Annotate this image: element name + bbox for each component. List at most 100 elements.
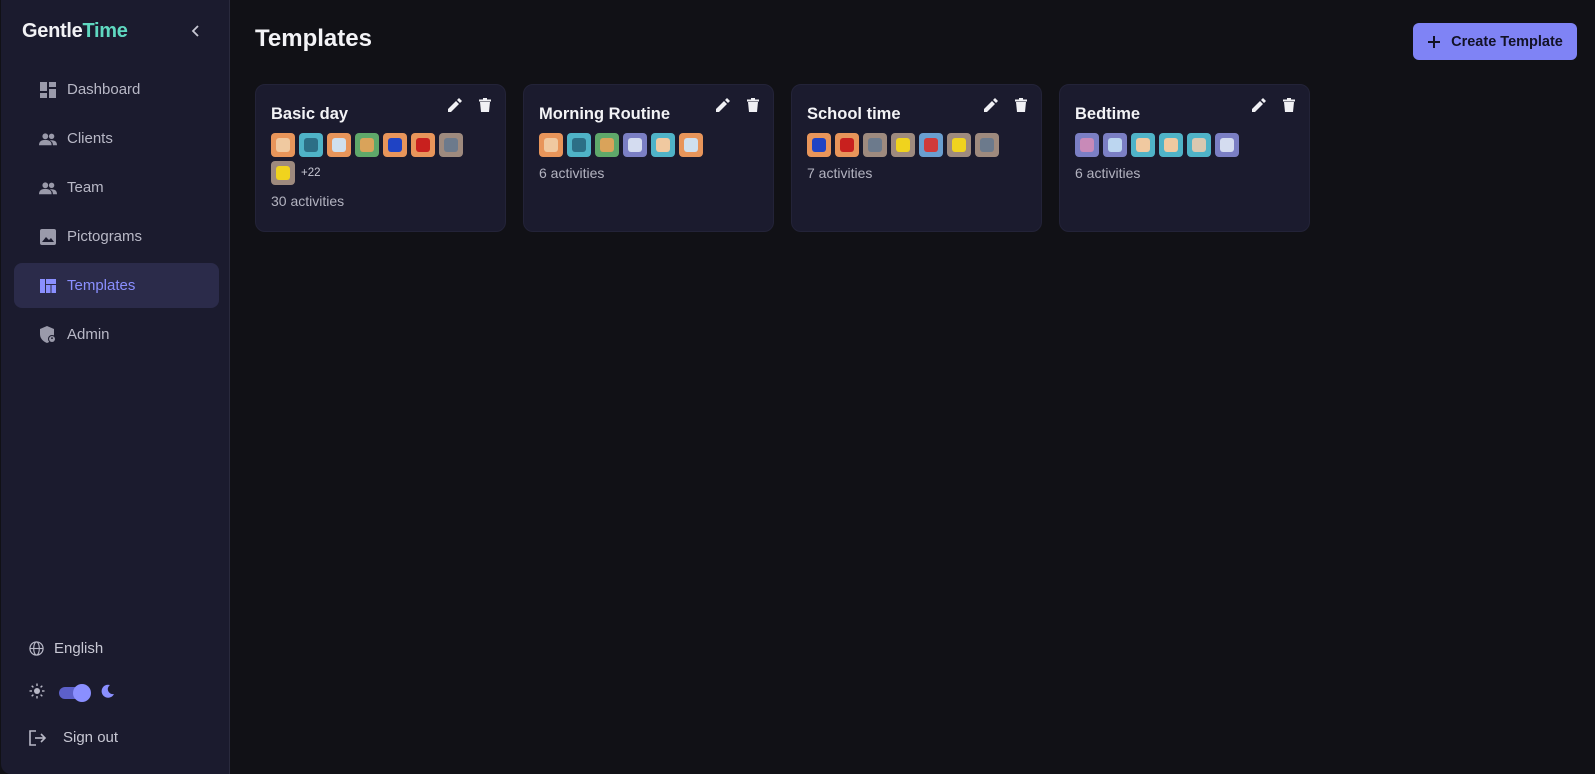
pictogram-thumbnail (439, 133, 463, 157)
pictogram-thumbnail (679, 133, 703, 157)
delete-button[interactable] (745, 97, 761, 113)
edit-button[interactable] (983, 97, 999, 113)
pictogram-glyph (304, 138, 318, 152)
sidebar-item-admin[interactable]: Admin (14, 312, 219, 357)
theme-toggle[interactable] (59, 684, 91, 702)
pictogram-glyph (1220, 138, 1234, 152)
pictogram-glyph (332, 138, 346, 152)
logout-icon (29, 729, 47, 746)
sidebar-item-templates[interactable]: Templates (14, 263, 219, 308)
delete-button[interactable] (477, 97, 493, 113)
pictogram-glyph (572, 138, 586, 152)
pictogram-thumbnail (807, 133, 831, 157)
pictogram-thumbnail (919, 133, 943, 157)
delete-button[interactable] (1013, 97, 1029, 113)
pictogram-thumbnail (383, 133, 407, 157)
pictogram-glyph (840, 138, 854, 152)
pictogram-glyph (896, 138, 910, 152)
pictogram-thumbnail (623, 133, 647, 157)
template-card[interactable]: School time 7 activities (791, 84, 1042, 232)
image-icon (39, 228, 57, 246)
template-actions (715, 97, 761, 113)
pictogram-thumbnail (975, 133, 999, 157)
collapse-sidebar-button[interactable] (185, 20, 207, 42)
pictogram-thumbnail (1075, 133, 1099, 157)
create-template-button[interactable]: Create Template (1413, 23, 1577, 60)
pencil-icon (1252, 98, 1266, 112)
pictogram-row (539, 133, 739, 157)
pictogram-row: +22 (271, 133, 471, 185)
template-card[interactable]: Basic day +22 30 activities (255, 84, 506, 232)
sidebar-item-label: Admin (67, 326, 110, 343)
language-selector[interactable]: English (29, 640, 219, 657)
pictogram-thumbnail (863, 133, 887, 157)
sidebar-item-label: Clients (67, 130, 113, 147)
sidebar-item-team[interactable]: Team (14, 165, 219, 210)
activity-count: 6 activities (539, 165, 605, 181)
brand-name-part2: Time (82, 20, 128, 42)
sidebar-item-label: Templates (67, 277, 136, 294)
sidebar-item-label: Pictograms (67, 228, 143, 245)
pictogram-glyph (1192, 138, 1206, 152)
template-actions (1251, 97, 1297, 113)
plus-icon (1427, 35, 1441, 49)
trash-icon (747, 98, 759, 112)
pictogram-glyph (388, 138, 402, 152)
pencil-icon (448, 98, 462, 112)
pictogram-glyph (544, 138, 558, 152)
sidebar-item-label: Dashboard (67, 81, 141, 98)
pictogram-glyph (276, 138, 290, 152)
pictogram-glyph (980, 138, 994, 152)
templates-icon (39, 277, 57, 295)
template-actions (447, 97, 493, 113)
edit-button[interactable] (1251, 97, 1267, 113)
edit-button[interactable] (447, 97, 463, 113)
pictogram-glyph (416, 138, 430, 152)
pictogram-glyph (360, 138, 374, 152)
activity-count: 7 activities (807, 165, 873, 181)
sidebar-nav: Dashboard Clients Team Pictograms Templa… (14, 67, 219, 361)
trash-icon (1283, 98, 1295, 112)
pictogram-thumbnail (1187, 133, 1211, 157)
sign-out-label: Sign out (63, 729, 119, 746)
pictogram-thumbnail (1103, 133, 1127, 157)
language-label: English (54, 640, 104, 657)
app-logo[interactable]: GentleTime (22, 20, 128, 43)
pictogram-thumbnail (539, 133, 563, 157)
sidebar-item-dashboard[interactable]: Dashboard (14, 67, 219, 112)
edit-button[interactable] (715, 97, 731, 113)
pictogram-glyph (868, 138, 882, 152)
theme-switcher (29, 681, 219, 705)
pictogram-thumbnail (271, 161, 295, 185)
chevron-left-icon (191, 25, 199, 37)
sidebar-item-label: Team (67, 179, 104, 196)
sidebar-item-pictograms[interactable]: Pictograms (14, 214, 219, 259)
pictogram-row (807, 133, 1007, 157)
delete-button[interactable] (1281, 97, 1297, 113)
sun-icon (29, 683, 45, 704)
trash-icon (479, 98, 491, 112)
pictogram-glyph (684, 138, 698, 152)
template-card[interactable]: Bedtime 6 activities (1059, 84, 1310, 232)
pictogram-glyph (924, 138, 938, 152)
pictogram-glyph (1164, 138, 1178, 152)
pictogram-glyph (1080, 138, 1094, 152)
globe-icon (29, 641, 44, 656)
sidebar-item-clients[interactable]: Clients (14, 116, 219, 161)
trash-icon (1015, 98, 1027, 112)
pictogram-thumbnail (567, 133, 591, 157)
sidebar: GentleTime Dashboard Clients Team Pictog… (1, 0, 230, 774)
template-card[interactable]: Morning Routine 6 activities (523, 84, 774, 232)
theme-toggle-knob (73, 684, 91, 702)
moon-icon (101, 684, 115, 703)
pictogram-glyph (812, 138, 826, 152)
pictogram-glyph (600, 138, 614, 152)
pictogram-row (1075, 133, 1275, 157)
sign-out-button[interactable]: Sign out (29, 729, 219, 746)
pictogram-glyph (1136, 138, 1150, 152)
pictogram-glyph (656, 138, 670, 152)
pictogram-glyph (444, 138, 458, 152)
pictogram-thumbnail (1215, 133, 1239, 157)
template-actions (983, 97, 1029, 113)
pictogram-glyph (1108, 138, 1122, 152)
